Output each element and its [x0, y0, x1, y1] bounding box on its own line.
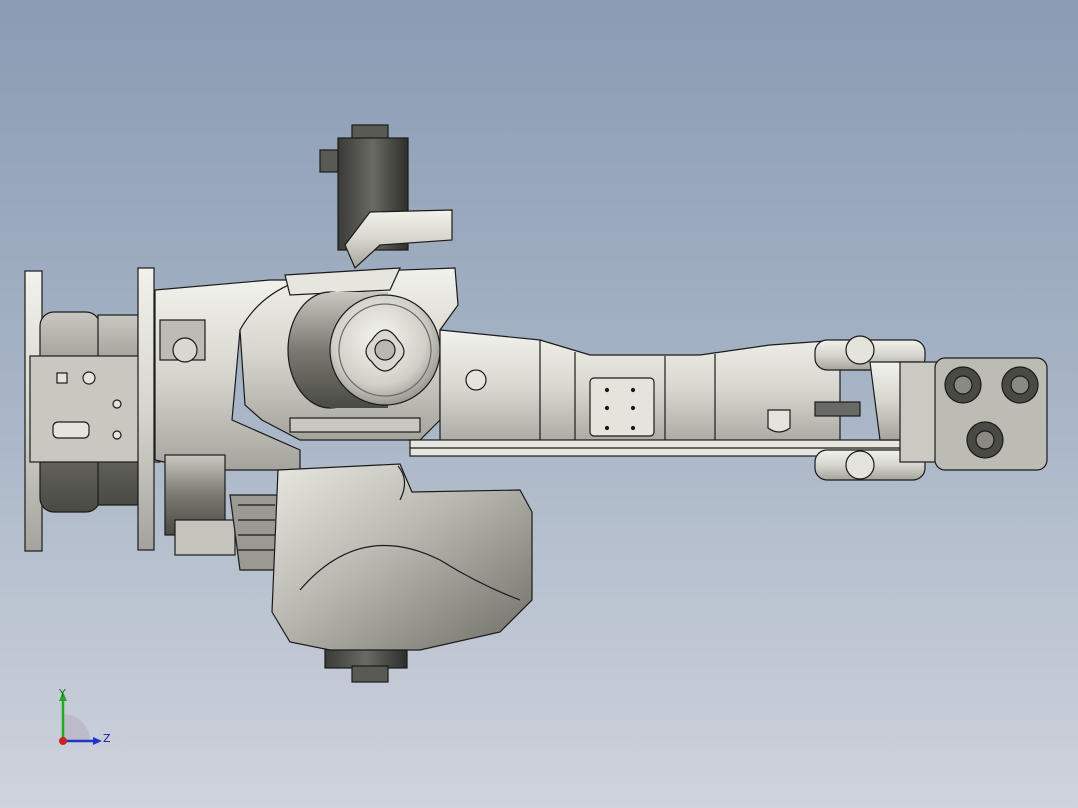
y-axis-label: Y	[59, 687, 66, 700]
z-arrow-head	[93, 737, 102, 745]
robot-arm-model[interactable]	[0, 0, 1078, 808]
shoulder-cover[interactable]	[271, 463, 533, 651]
z-axis-label: Z	[103, 732, 111, 745]
x-axis-origin	[59, 737, 67, 745]
coordinate-triad	[59, 692, 102, 745]
base-flange[interactable]	[24, 267, 161, 552]
cad-3d-viewport[interactable]: Y Z	[0, 0, 1078, 808]
wrist-motor-cluster[interactable]	[934, 357, 1048, 471]
axis3-motor[interactable]	[287, 291, 441, 409]
axis2-motor-top[interactable]	[319, 124, 453, 270]
triad-plane	[63, 714, 90, 741]
wrist-joint[interactable]	[814, 335, 941, 481]
